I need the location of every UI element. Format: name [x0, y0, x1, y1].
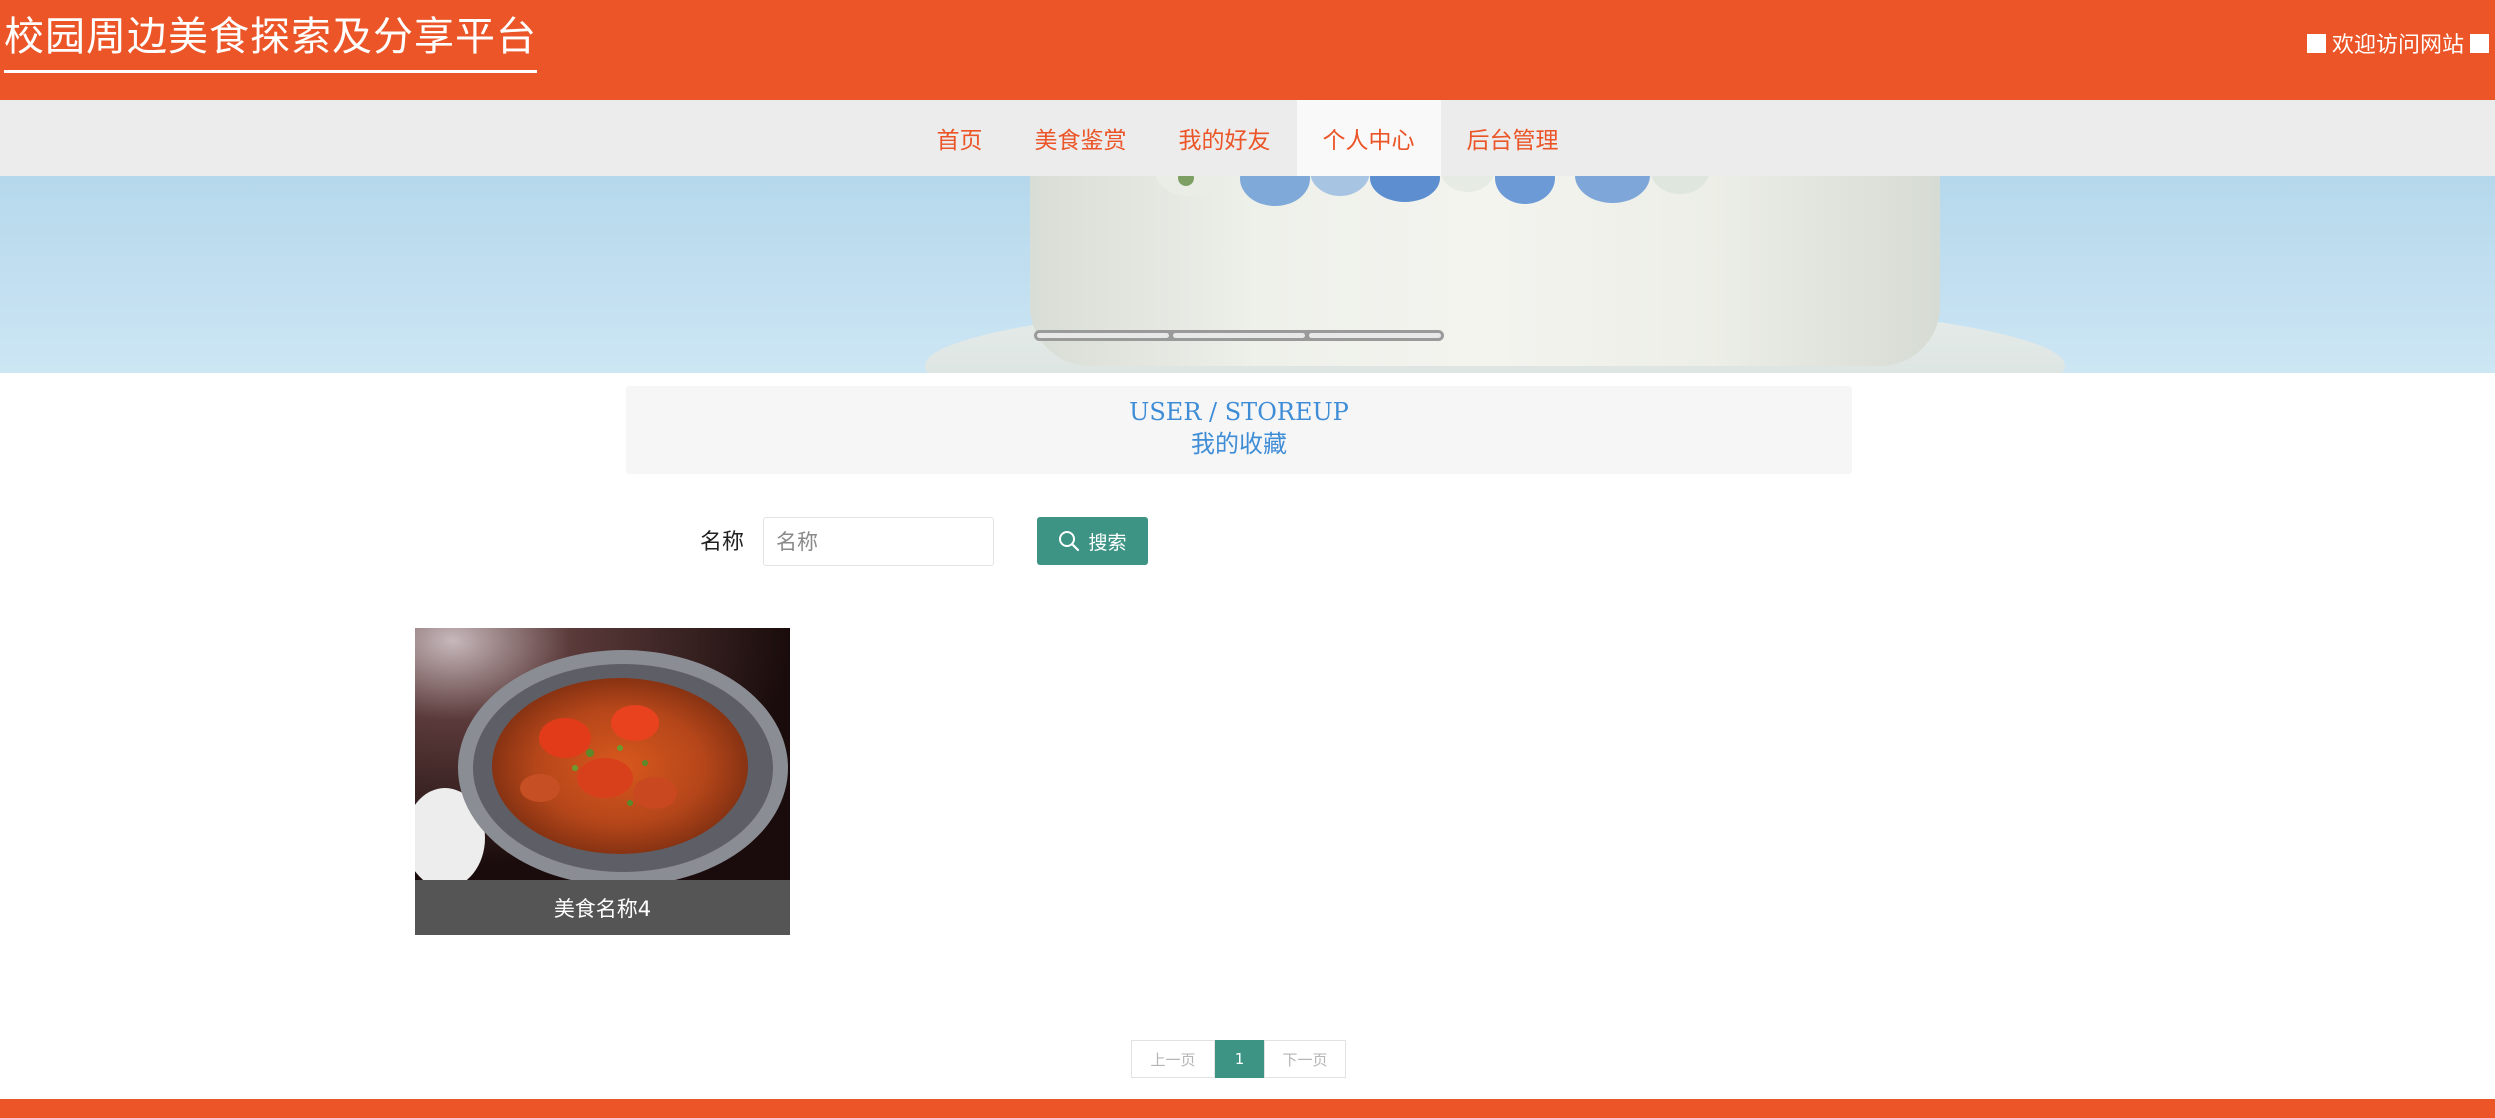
food-image: [415, 628, 790, 880]
food-photo: [415, 628, 790, 880]
carousel-indicator[interactable]: [1173, 333, 1305, 338]
nav-item-my-friends[interactable]: 我的好友: [1153, 100, 1297, 176]
page-number-button[interactable]: 1: [1215, 1040, 1264, 1078]
next-page-button[interactable]: 下一页: [1264, 1040, 1346, 1078]
footer-bar: [0, 1099, 2495, 1118]
favorite-item-card[interactable]: 美食名称4: [415, 628, 790, 935]
main-nav: 首页 美食鉴赏 我的好友 个人中心 后台管理: [0, 100, 2495, 176]
search-icon: [1059, 531, 1080, 552]
search-label: 名称: [700, 530, 745, 555]
nav-item-admin[interactable]: 后台管理: [1441, 100, 1585, 176]
carousel-indicator[interactable]: [1037, 333, 1169, 338]
square-icon: [2470, 33, 2489, 53]
nav-item-home[interactable]: 首页: [911, 100, 1009, 176]
nav-item-personal-center[interactable]: 个人中心: [1296, 100, 1441, 176]
section-title-cn: 我的收藏: [1191, 430, 1287, 458]
pagination: 上一页 1 下一页: [1131, 1040, 1346, 1078]
carousel-indicators: [1034, 330, 1444, 341]
search-button[interactable]: 搜索: [1037, 517, 1148, 565]
welcome-banner: 欢迎访问网站: [2306, 27, 2489, 59]
carousel-indicator[interactable]: [1309, 333, 1441, 338]
site-title[interactable]: 校园周边美食探索及分享平台: [4, 12, 537, 73]
food-name: 美食名称4: [415, 880, 790, 935]
square-icon: [2306, 33, 2326, 53]
welcome-text: 欢迎访问网站: [2331, 33, 2464, 58]
section-title-en: USER / STOREUP: [1129, 398, 1349, 426]
nav-item-food-appreciation[interactable]: 美食鉴赏: [1009, 100, 1153, 176]
site-header: 校园周边美食探索及分享平台 欢迎访问网站: [0, 0, 2495, 100]
section-heading: USER / STOREUP 我的收藏: [626, 386, 1852, 474]
banner-carousel[interactable]: [0, 176, 2495, 373]
search-input[interactable]: [763, 517, 994, 566]
search-button-label: 搜索: [1088, 532, 1127, 554]
prev-page-button[interactable]: 上一页: [1131, 1040, 1215, 1078]
